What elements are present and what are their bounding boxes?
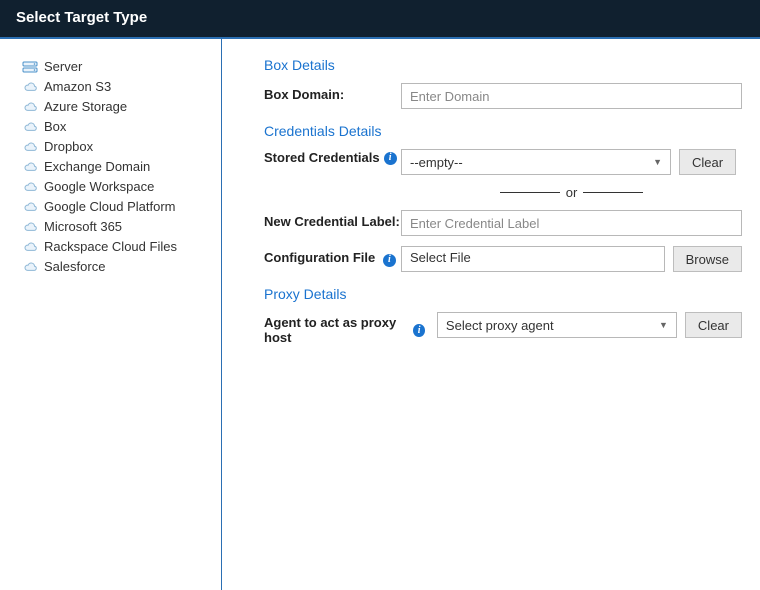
label-stored-credentials: Stored Credentials i — [264, 149, 401, 167]
label-proxy-agent: Agent to act as proxy host i — [264, 312, 429, 345]
sidebar-item-label: Rackspace Cloud Files — [44, 238, 177, 256]
sidebar-item-label: Google Cloud Platform — [44, 198, 176, 216]
info-icon[interactable]: i — [384, 152, 397, 165]
or-divider: or — [401, 185, 742, 200]
or-label: or — [566, 185, 578, 200]
server-icon — [22, 61, 38, 73]
label-box-domain: Box Domain: — [264, 83, 401, 104]
section-title-box-details: Box Details — [264, 57, 742, 73]
section-title-credentials: Credentials Details — [264, 123, 742, 139]
sidebar-item-label: Exchange Domain — [44, 158, 150, 176]
sidebar-item-salesforce[interactable]: Salesforce — [22, 257, 213, 277]
cloud-icon — [22, 241, 38, 253]
divider-line — [500, 192, 560, 193]
new-credential-input[interactable] — [401, 210, 742, 236]
chevron-down-icon: ▼ — [659, 320, 668, 330]
cloud-icon — [22, 201, 38, 213]
sidebar-item-google-workspace[interactable]: Google Workspace — [22, 177, 213, 197]
cloud-icon — [22, 221, 38, 233]
sidebar-item-label: Microsoft 365 — [44, 218, 122, 236]
proxy-agent-dropdown[interactable]: Select proxy agent ▼ — [437, 312, 677, 338]
info-icon[interactable]: i — [413, 324, 425, 337]
label-new-credential: New Credential Label: — [264, 210, 401, 231]
cloud-icon — [22, 141, 38, 153]
clear-proxy-button[interactable]: Clear — [685, 312, 742, 338]
sidebar-item-exchange-domain[interactable]: Exchange Domain — [22, 157, 213, 177]
sidebar-item-label: Box — [44, 118, 66, 136]
sidebar-item-dropbox[interactable]: Dropbox — [22, 137, 213, 157]
row-box-domain: Box Domain: — [264, 83, 742, 109]
sidebar-item-azure-storage[interactable]: Azure Storage — [22, 97, 213, 117]
target-type-sidebar: Server Amazon S3 Azure Storage Box Dropbox Ex… — [0, 39, 222, 590]
box-domain-input[interactable] — [401, 83, 742, 109]
dialog-header: Select Target Type — [0, 0, 760, 39]
sidebar-item-label: Google Workspace — [44, 178, 154, 196]
cloud-icon — [22, 81, 38, 93]
sidebar-item-server[interactable]: Server — [22, 57, 213, 77]
config-file-input[interactable]: Select File — [401, 246, 665, 272]
dialog-title: Select Target Type — [16, 9, 147, 26]
row-new-credential: New Credential Label: — [264, 210, 742, 236]
row-proxy-agent: Agent to act as proxy host i Select prox… — [264, 312, 742, 345]
label-config-file: Configuration File i — [264, 246, 401, 267]
chevron-down-icon: ▼ — [653, 157, 662, 167]
stored-credentials-value: --empty-- — [410, 155, 463, 170]
stored-credentials-dropdown[interactable]: --empty-- ▼ — [401, 149, 671, 175]
sidebar-item-label: Salesforce — [44, 258, 105, 276]
info-icon[interactable]: i — [383, 254, 396, 267]
sidebar-item-label: Azure Storage — [44, 98, 127, 116]
sidebar-item-label: Server — [44, 58, 82, 76]
browse-button[interactable]: Browse — [673, 246, 742, 272]
section-title-proxy: Proxy Details — [264, 286, 742, 302]
sidebar-item-google-cloud-platform[interactable]: Google Cloud Platform — [22, 197, 213, 217]
main-panel: Box Details Box Domain: Credentials Deta… — [222, 39, 760, 590]
cloud-icon — [22, 261, 38, 273]
sidebar-item-box[interactable]: Box — [22, 117, 213, 137]
sidebar-item-amazon-s3[interactable]: Amazon S3 — [22, 77, 213, 97]
sidebar-item-microsoft-365[interactable]: Microsoft 365 — [22, 217, 213, 237]
sidebar-item-label: Amazon S3 — [44, 78, 111, 96]
row-stored-credentials: Stored Credentials i --empty-- ▼ Clear — [264, 149, 742, 175]
dialog-body: Server Amazon S3 Azure Storage Box Dropbox Ex… — [0, 39, 760, 590]
sidebar-item-label: Dropbox — [44, 138, 93, 156]
cloud-icon — [22, 181, 38, 193]
clear-stored-credentials-button[interactable]: Clear — [679, 149, 736, 175]
sidebar-item-rackspace-cloud-files[interactable]: Rackspace Cloud Files — [22, 237, 213, 257]
proxy-agent-value: Select proxy agent — [446, 318, 554, 333]
cloud-icon — [22, 121, 38, 133]
row-config-file: Configuration File i Select File Browse — [264, 246, 742, 272]
divider-line — [583, 192, 643, 193]
cloud-icon — [22, 101, 38, 113]
cloud-icon — [22, 161, 38, 173]
